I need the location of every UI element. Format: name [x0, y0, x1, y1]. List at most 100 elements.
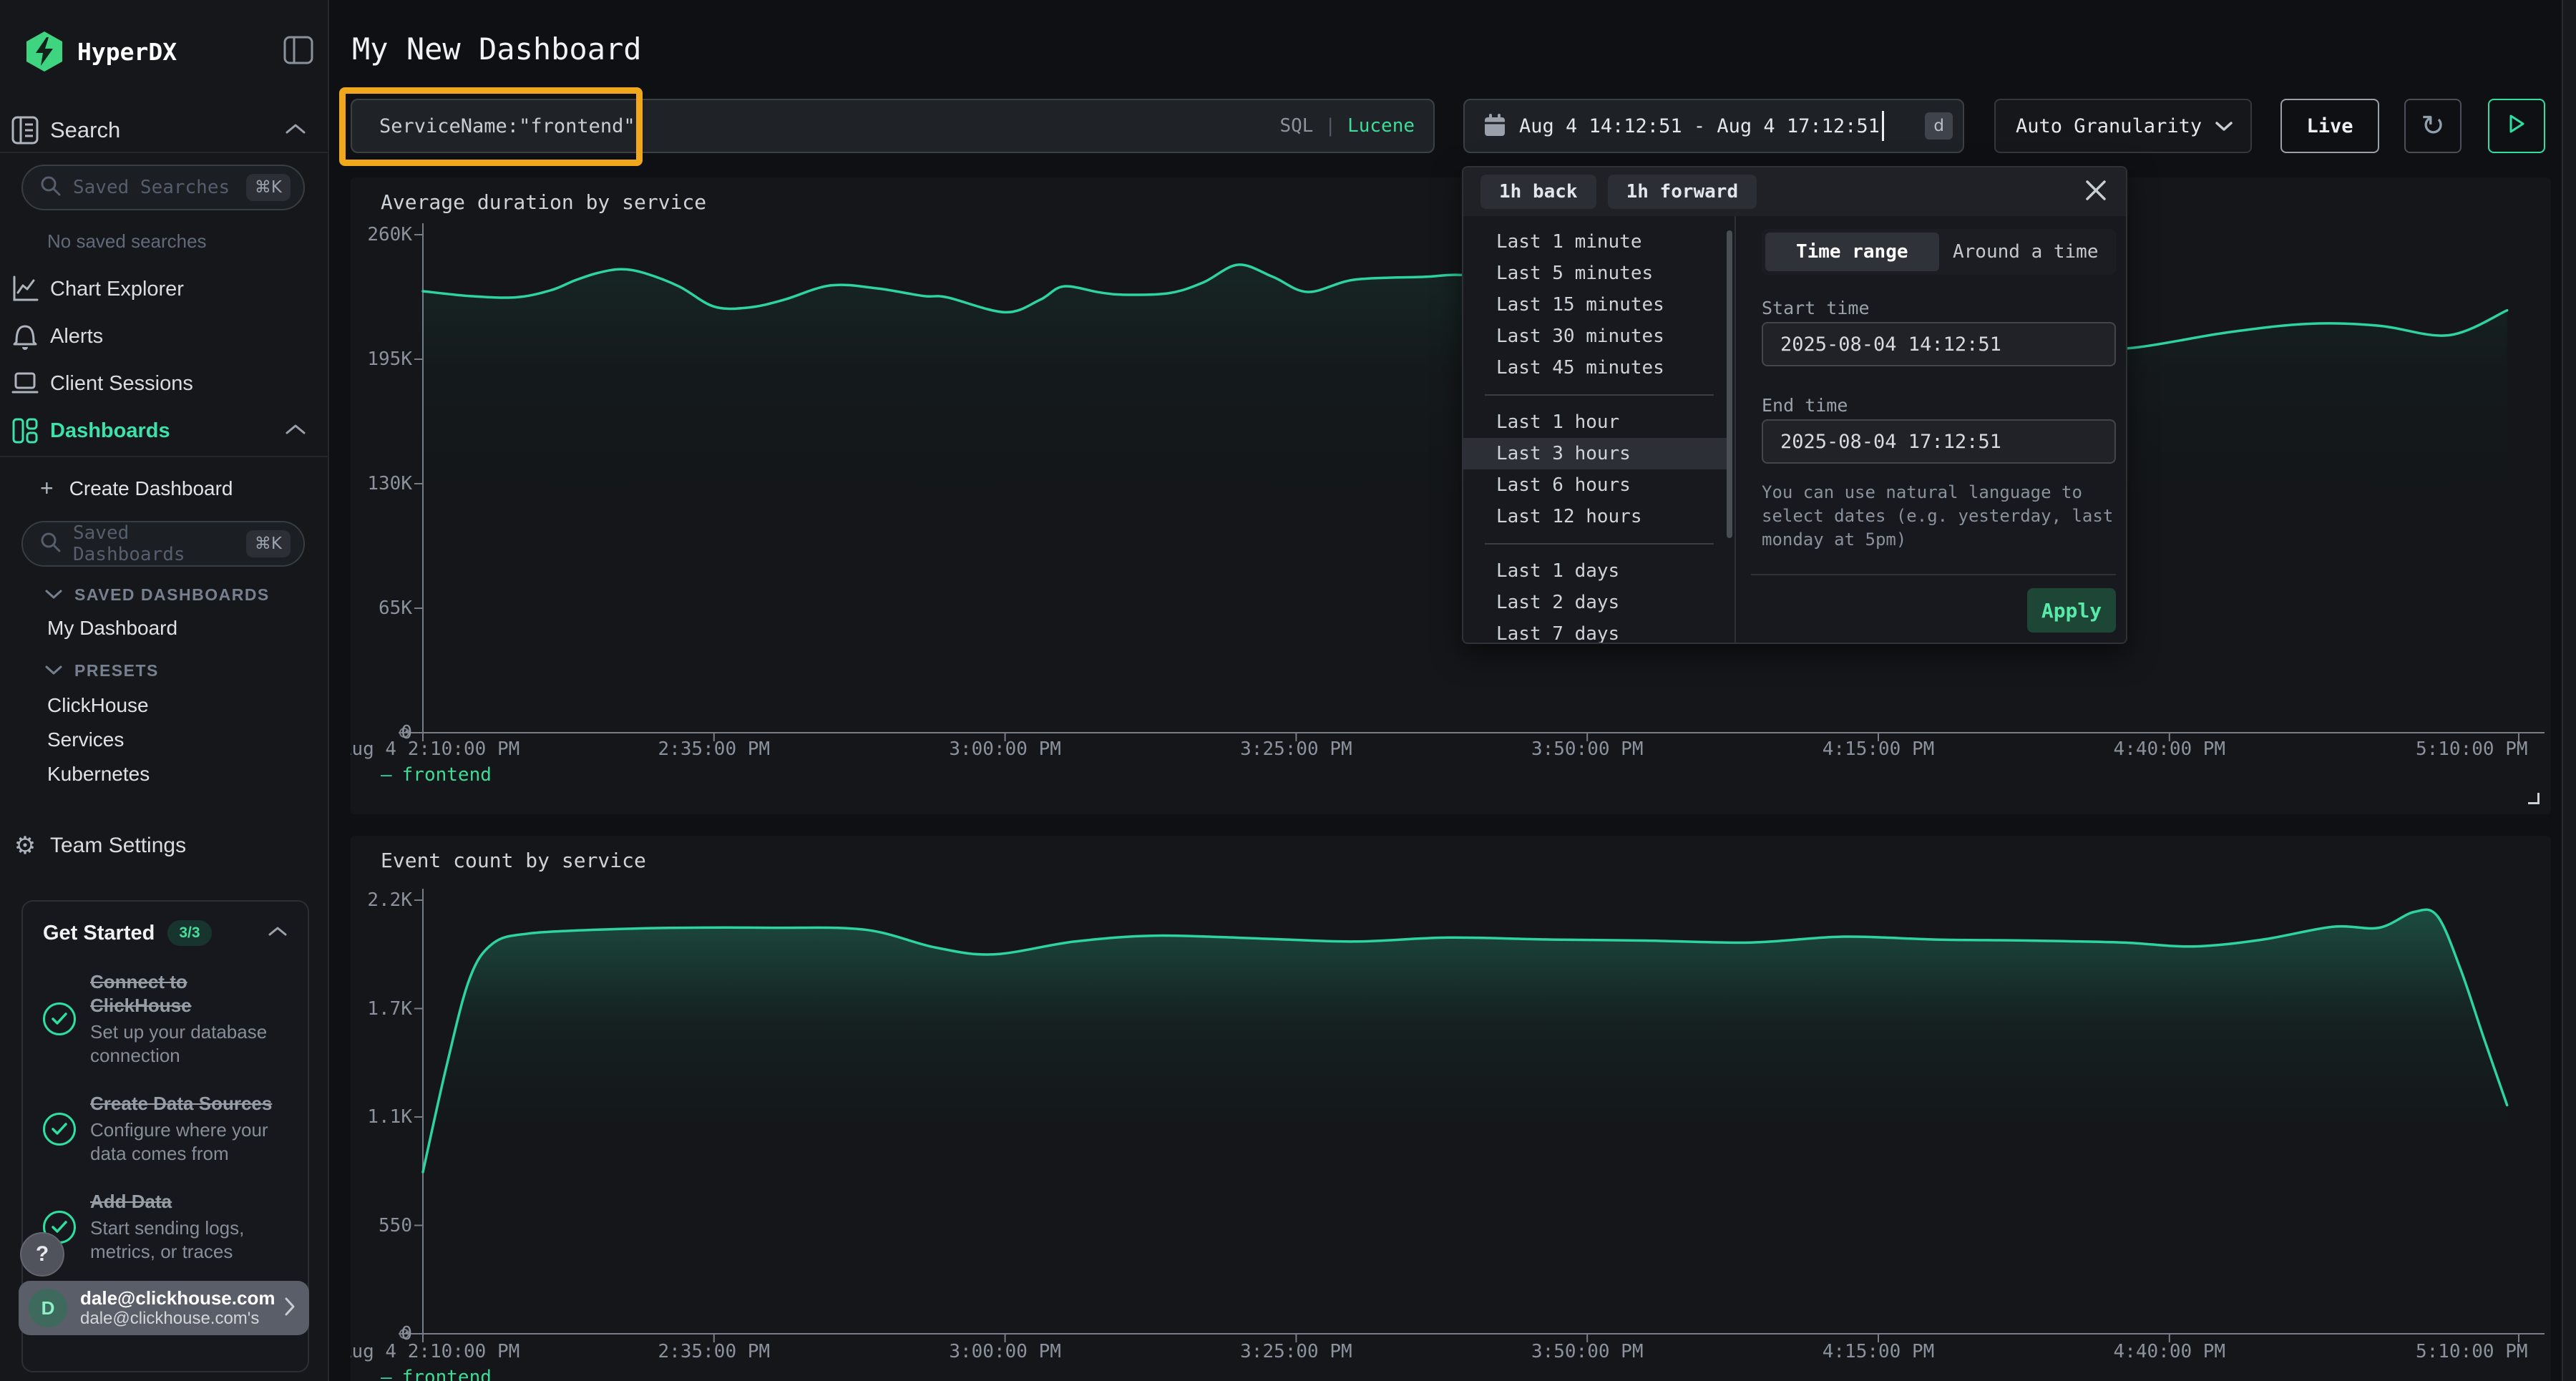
scrollbar-thumb[interactable] — [1727, 230, 1732, 538]
get-started-step-add-data[interactable]: Add Data Start sending logs, metrics, or… — [43, 1190, 288, 1264]
search-icon — [40, 175, 62, 200]
x-tick-label: 5:10:00 PM — [2416, 738, 2528, 760]
x-tick-label: 4:40:00 PM — [2114, 1341, 2226, 1362]
plus-icon: + — [40, 475, 54, 502]
sidebar-item-alerts[interactable]: Alerts — [0, 315, 329, 358]
start-time-input[interactable]: 2025-08-04 14:12:51 — [1762, 322, 2116, 366]
divider — [1485, 543, 1714, 545]
sidebar-item-chart-explorer[interactable]: Chart Explorer — [0, 268, 329, 311]
line-chart[interactable] — [351, 177, 2551, 814]
sidebar-item-clickhouse[interactable]: ClickHouse — [47, 694, 149, 717]
y-tick-label: 1.7K — [352, 998, 412, 1020]
sidebar-item-dashboards[interactable]: Dashboards — [0, 409, 329, 452]
avatar: D — [29, 1289, 67, 1327]
chart-panel-average-duration: Average duration by service 065K130K195K… — [351, 177, 2551, 814]
get-started-step-data-sources[interactable]: Create Data Sources Configure where your… — [43, 1092, 288, 1166]
panel-resize-handle[interactable] — [2528, 793, 2540, 804]
chevron-up-icon[interactable] — [268, 925, 288, 941]
shift-forward-button[interactable]: 1h forward — [1608, 175, 1757, 209]
search-section-icon — [0, 115, 50, 145]
search-query-input[interactable]: ServiceName:"frontend" SQL | Lucene — [351, 99, 1435, 153]
x-tick-label: 4:15:00 PM — [1823, 738, 1935, 760]
sidebar-item-my-dashboard[interactable]: My Dashboard — [47, 617, 177, 640]
y-tick-label: 65K — [352, 597, 412, 619]
get-started-step-connect[interactable]: Connect to ClickHouse Set up your databa… — [43, 970, 288, 1068]
time-shortcut-badge: d — [1925, 112, 1953, 140]
time-range-option[interactable]: Last 45 minutes — [1463, 352, 1729, 384]
time-range-option[interactable]: Last 6 hours — [1463, 469, 1729, 501]
page-scrollbar[interactable] — [2562, 0, 2576, 1381]
get-started-progress-badge: 3/3 — [167, 920, 211, 946]
sidebar-item-team-settings[interactable]: ⚙ Team Settings — [0, 824, 329, 867]
divider — [0, 152, 329, 153]
user-subtitle: dale@clickhouse.com's — [80, 1309, 275, 1329]
section-title: PRESETS — [74, 661, 159, 680]
saved-searches-input[interactable]: Saved Searches ⌘K — [21, 165, 305, 210]
sidebar-item-services[interactable]: Services — [47, 728, 124, 751]
time-range-option[interactable]: Last 1 days — [1463, 555, 1729, 587]
presets-section-header[interactable]: PRESETS — [44, 661, 159, 680]
time-range-option[interactable]: Last 1 hour — [1463, 406, 1729, 438]
y-tick-label: 195K — [352, 348, 412, 370]
question-mark: ? — [36, 1242, 49, 1267]
saved-searches-placeholder: Saved Searches — [73, 177, 230, 198]
apply-button[interactable]: Apply — [2027, 588, 2116, 633]
time-range-option[interactable]: Last 1 minute — [1463, 226, 1729, 258]
granularity-select[interactable]: Auto Granularity — [1994, 99, 2252, 153]
live-button[interactable]: Live — [2280, 99, 2379, 153]
sidebar-collapse-icon[interactable] — [283, 36, 313, 68]
end-time-input[interactable]: 2025-08-04 17:12:51 — [1762, 419, 2116, 464]
chart-legend[interactable]: — frontend — [381, 1367, 492, 1381]
time-range-option[interactable]: Last 7 days — [1463, 618, 1729, 644]
chevron-up-icon — [285, 122, 306, 139]
sidebar-item-label: Client Sessions — [50, 372, 193, 396]
divider — [1751, 574, 2116, 575]
sidebar: HyperDX Search Saved Searches ⌘K No save… — [0, 0, 329, 1381]
sidebar-item-client-sessions[interactable]: Client Sessions — [0, 362, 329, 405]
natural-language-hint: You can use natural language to select d… — [1762, 481, 2119, 552]
tab-around-a-time[interactable]: Around a time — [1939, 233, 2113, 271]
x-tick-label: 3:00:00 PM — [949, 1341, 1061, 1362]
close-icon[interactable] — [2083, 177, 2109, 207]
sidebar-item-kubernetes[interactable]: Kubernetes — [47, 763, 150, 786]
sidebar-item-label: Team Settings — [50, 834, 186, 858]
divider — [1735, 216, 1736, 643]
sidebar-item-label: Chart Explorer — [50, 278, 184, 301]
saved-dashboards-input[interactable]: Saved Dashboards ⌘K — [21, 521, 305, 567]
lucene-mode-button[interactable]: Lucene — [1347, 115, 1415, 137]
legend-label: frontend — [402, 1367, 492, 1381]
time-range-option[interactable]: Last 2 days — [1463, 587, 1729, 618]
query-text: ServiceName:"frontend" — [379, 115, 635, 137]
time-range-option[interactable]: Last 30 minutes — [1463, 321, 1729, 352]
y-tick-label: 260K — [352, 224, 412, 245]
time-range-option[interactable]: Last 12 hours — [1463, 501, 1729, 532]
logo[interactable]: HyperDX — [24, 30, 177, 73]
chart-explorer-icon — [0, 275, 50, 303]
sidebar-item-search[interactable]: Search — [0, 109, 329, 152]
refresh-button[interactable]: ↻ — [2404, 99, 2462, 153]
time-range-option[interactable]: Last 5 minutes — [1463, 258, 1729, 289]
tab-time-range[interactable]: Time range — [1765, 233, 1939, 271]
step-description: Set up your database connection — [90, 1020, 288, 1068]
shift-back-button[interactable]: 1h back — [1480, 175, 1596, 209]
sql-mode-button[interactable]: SQL — [1279, 115, 1313, 137]
y-tick-label: 2.2K — [352, 889, 412, 911]
create-dashboard-button[interactable]: + Create Dashboard — [40, 475, 233, 502]
chevron-down-icon — [44, 585, 63, 605]
time-range-input[interactable]: Aug 4 14:12:51 - Aug 4 17:12:51 d — [1463, 99, 1964, 153]
legend-swatch: — — [381, 764, 392, 786]
time-range-list: Last 1 minuteLast 5 minutesLast 15 minut… — [1463, 216, 1729, 644]
line-chart[interactable] — [351, 836, 2551, 1381]
chart-legend[interactable]: — frontend — [381, 764, 492, 786]
run-query-button[interactable] — [2488, 99, 2545, 153]
user-profile-chip[interactable]: D dale@clickhouse.com dale@clickhouse.co… — [19, 1281, 309, 1335]
chevron-right-icon — [283, 1297, 296, 1320]
time-range-option[interactable]: Last 3 hours — [1463, 438, 1729, 469]
saved-dashboards-section-header[interactable]: SAVED DASHBOARDS — [44, 585, 270, 605]
sidebar-item-label: Search — [50, 117, 120, 143]
time-range-option[interactable]: Last 15 minutes — [1463, 289, 1729, 321]
step-description: Configure where your data comes from — [90, 1118, 288, 1166]
help-button[interactable]: ? — [20, 1232, 64, 1277]
chevron-down-icon — [44, 661, 63, 680]
start-time-value: 2025-08-04 14:12:51 — [1780, 333, 2001, 356]
